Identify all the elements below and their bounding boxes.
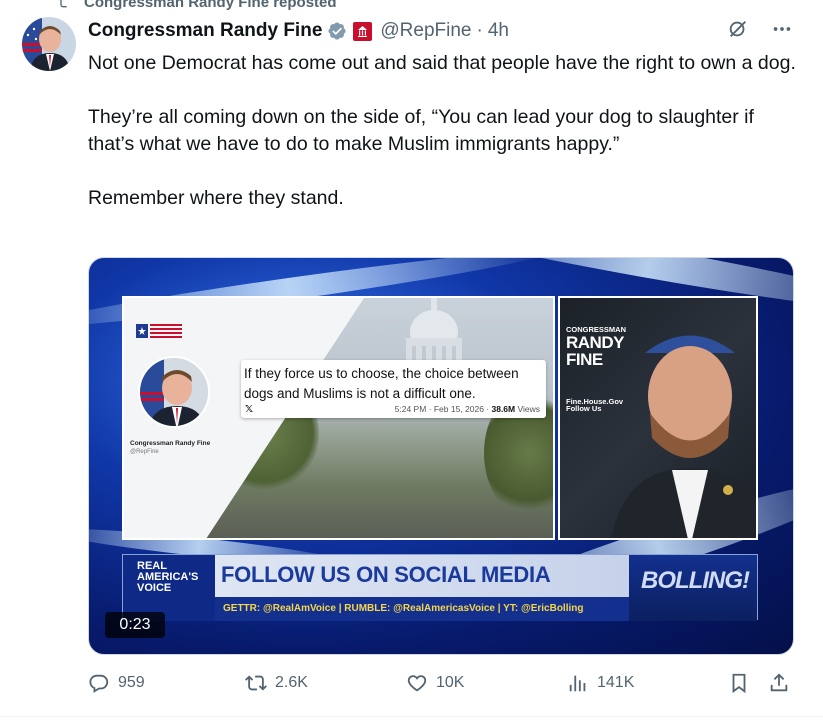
quoted-post-views: 38.6M	[491, 404, 516, 414]
flag-logo-icon	[136, 324, 182, 338]
video-duration: 0:23	[105, 612, 165, 638]
separator-dot: ·	[476, 20, 483, 41]
verified-badge-icon[interactable]	[327, 21, 347, 41]
reply-icon	[89, 674, 109, 693]
quoted-post-views-label: Views	[515, 404, 540, 414]
author-handle[interactable]: @RepFine	[380, 20, 471, 42]
author-name[interactable]: Congressman Randy Fine	[88, 20, 322, 42]
tweet-header: Congressman Randy Fine @RepFine · 4h	[88, 18, 813, 44]
panel-wedge	[204, 298, 364, 538]
bookmark-button[interactable]	[728, 672, 750, 694]
repost-text: Congressman Randy Fine reposted	[84, 0, 337, 11]
view-count: 141K	[597, 674, 635, 691]
share-icon	[770, 673, 788, 692]
quoted-author-handle: @RepFine	[130, 449, 159, 455]
quoted-author-avatar	[138, 356, 210, 428]
government-badge-icon[interactable]	[353, 21, 373, 41]
repost-icon	[245, 675, 267, 691]
avatar-image	[22, 17, 70, 71]
post-time[interactable]: 4h	[488, 20, 509, 42]
reply-button[interactable]: 959	[88, 672, 145, 694]
show-logo: BOLLING!	[629, 555, 757, 621]
views-button[interactable]: 141K	[567, 672, 634, 694]
lower-third-banner: REAL AMERICA'S VOICE FOLLOW US ON SOCIAL…	[122, 554, 758, 621]
reply-count: 959	[118, 674, 145, 691]
repost-icon	[58, 0, 67, 8]
more-options-icon[interactable]	[771, 18, 793, 40]
tweet-paragraph: Remember where they stand.	[88, 187, 344, 209]
like-button[interactable]: 10K	[406, 672, 464, 694]
repost-indicator[interactable]: Congressman Randy Fine reposted	[58, 0, 337, 12]
quoted-post-panel: Congressman Randy Fine @RepFine If they …	[122, 296, 555, 540]
speaker-panel: CONGRESSMAN RANDY FINE Fine.House.Gov Fo…	[558, 296, 758, 540]
speaker-figure	[611, 335, 756, 538]
repost-count: 2.6K	[275, 674, 308, 691]
quoted-post-time: 5:24 PM · Feb 15, 2026 ·	[394, 404, 492, 414]
quoted-author-name: Congressman Randy Fine	[130, 440, 211, 447]
grok-icon[interactable]	[727, 18, 749, 40]
like-count: 10K	[436, 674, 465, 691]
logo-line: VOICE	[137, 582, 172, 594]
tweet-action-bar: 959 2.6K 10K 141K	[88, 672, 803, 700]
share-button[interactable]	[768, 672, 790, 694]
quoted-post-text: If they force us to choose, the choice b…	[244, 366, 519, 401]
quoted-post-meta: 5:24 PM · Feb 15, 2026 · 38.6M Views	[395, 404, 540, 414]
lower-third-headline: FOLLOW US ON SOCIAL MEDIA	[215, 555, 629, 597]
analytics-icon	[569, 675, 586, 692]
tweet-text: Not one Democrat has come out and said t…	[88, 50, 803, 212]
tweet-paragraph: Not one Democrat has come out and said t…	[88, 52, 796, 74]
divider	[0, 716, 823, 717]
repost-button[interactable]: 2.6K	[245, 672, 308, 694]
header-actions	[727, 18, 793, 40]
x-logo-icon: 𝕏	[245, 404, 254, 415]
quoted-post-card: If they force us to choose, the choice b…	[241, 360, 546, 418]
lower-third-subline: GETTR: @RealAmVoice | RUMBLE: @RealAmeri…	[215, 597, 629, 621]
video-player[interactable]: Congressman Randy Fine @RepFine If they …	[88, 257, 794, 655]
tweet-paragraph: They’re all coming down on the side of, …	[88, 106, 754, 155]
bookmark-icon	[732, 673, 746, 694]
heart-icon	[407, 675, 427, 692]
author-avatar[interactable]	[22, 17, 76, 71]
